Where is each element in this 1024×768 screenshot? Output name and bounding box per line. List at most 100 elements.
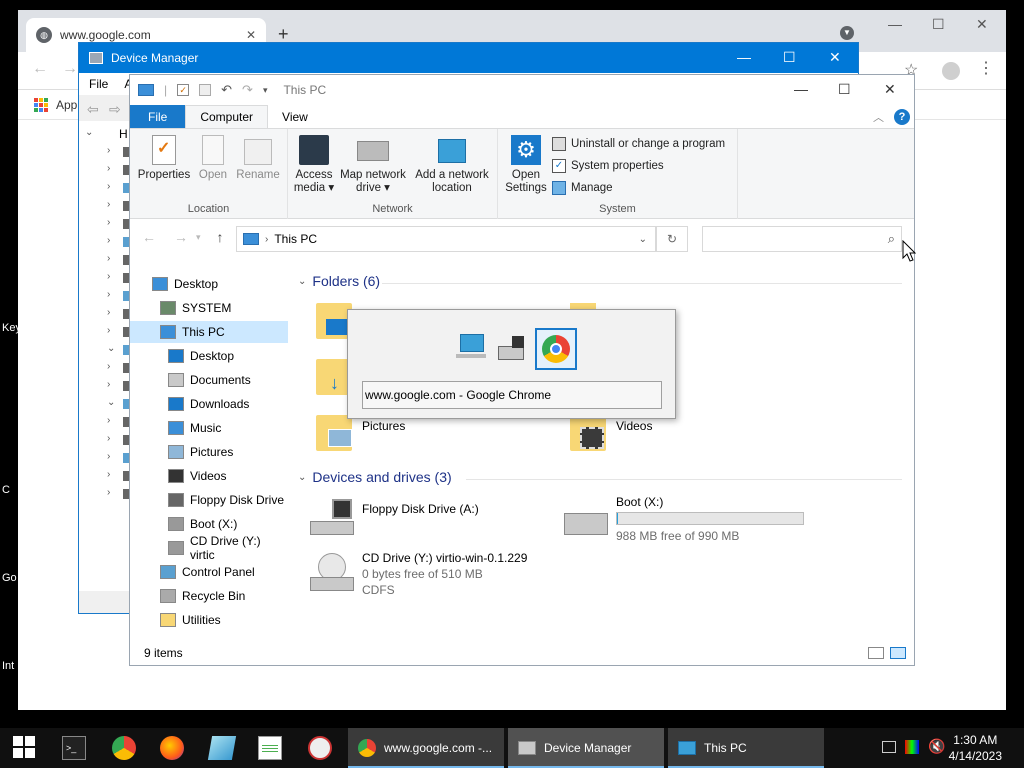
new-folder-icon[interactable]: [199, 84, 212, 96]
start-button[interactable]: [13, 736, 35, 758]
nav-item[interactable]: SYSTEM: [130, 297, 288, 319]
taskbar-device-manager[interactable]: Device Manager: [508, 728, 664, 768]
chrome-icon[interactable]: [112, 736, 136, 760]
recent-locations-icon[interactable]: ▾: [196, 232, 201, 245]
device-tree-row[interactable]: ›: [87, 217, 131, 231]
close-icon[interactable]: ✕: [246, 28, 256, 42]
apps-grid-icon[interactable]: [34, 98, 48, 112]
device-tree-row[interactable]: ⌄: [87, 343, 131, 357]
search-input[interactable]: ⌕: [702, 226, 902, 252]
tab-computer[interactable]: Computer: [185, 105, 269, 128]
nav-item[interactable]: Music: [130, 417, 288, 439]
device-tree-row[interactable]: ›: [87, 289, 131, 303]
nav-item[interactable]: Pictures: [130, 441, 288, 463]
properties-button[interactable]: ✓ Properties: [136, 135, 192, 182]
nav-item[interactable]: CD Drive (Y:) virtic: [130, 534, 288, 562]
alt-tab-selected[interactable]: [535, 328, 577, 370]
tab-file[interactable]: File: [130, 105, 186, 128]
taskbar-chrome[interactable]: www.google.com -...: [348, 728, 504, 768]
apps-label[interactable]: App: [56, 98, 77, 112]
pictures-folder-icon[interactable]: [316, 415, 352, 451]
cd-drive-label[interactable]: CD Drive (Y:) virtio-win-0.1.229: [362, 551, 527, 565]
nav-item[interactable]: Floppy Disk Drive: [130, 489, 288, 511]
profile-icon[interactable]: [942, 62, 960, 80]
help-icon[interactable]: ?: [894, 108, 910, 125]
floppy-drive-icon[interactable]: [310, 499, 354, 537]
close-icon[interactable]: ✕: [829, 49, 841, 66]
minimize-icon[interactable]: —: [888, 16, 902, 32]
nav-item[interactable]: Recycle Bin: [130, 585, 288, 607]
tab-view[interactable]: View: [268, 105, 322, 128]
devices-group-header[interactable]: ⌄ Devices and drives (3): [298, 469, 452, 485]
folders-group-header[interactable]: ⌄ Folders (6): [298, 273, 380, 289]
collapse-icon[interactable]: ⌄: [85, 127, 93, 138]
cd-drive-icon[interactable]: [310, 553, 354, 593]
device-manager-icon[interactable]: [498, 336, 526, 362]
notepad-icon[interactable]: [258, 736, 282, 760]
device-tree-row[interactable]: ›: [87, 181, 131, 195]
nav-item[interactable]: This PC: [130, 321, 288, 343]
folder-videos-label[interactable]: Videos: [616, 419, 652, 433]
chevron-down-icon[interactable]: ⌄: [639, 234, 647, 245]
address-bar[interactable]: › This PC ⌄: [236, 226, 656, 252]
undo-icon[interactable]: ↶: [221, 82, 232, 98]
access-media-button[interactable]: Access media ▾: [292, 135, 336, 195]
device-tree-row[interactable]: ›: [87, 271, 131, 285]
back-icon[interactable]: ←: [32, 60, 48, 78]
device-tree-row[interactable]: ›: [87, 253, 131, 267]
floppy-drive-label[interactable]: Floppy Disk Drive (A:): [362, 502, 479, 516]
device-tree-row[interactable]: ›: [87, 325, 131, 339]
nav-item[interactable]: Desktop: [130, 273, 288, 295]
device-tree-row[interactable]: ›: [87, 415, 131, 429]
terminal-icon[interactable]: >_: [62, 736, 86, 760]
nav-item[interactable]: Videos: [130, 465, 288, 487]
device-tree-row[interactable]: ›: [87, 145, 131, 159]
app-icon[interactable]: [207, 736, 237, 760]
redo-icon[interactable]: ↷: [242, 82, 253, 98]
nav-item[interactable]: Documents: [130, 369, 288, 391]
manage-button[interactable]: Manage: [552, 181, 613, 195]
volume-muted-icon[interactable]: 🔇: [928, 738, 945, 755]
clock[interactable]: 1:30 AM 4/14/2023: [949, 732, 1002, 764]
boot-drive-label[interactable]: Boot (X:): [616, 495, 663, 509]
device-tree-row[interactable]: ›: [87, 361, 131, 375]
map-network-drive-button[interactable]: Map network drive ▾: [338, 135, 408, 195]
videos-folder-icon[interactable]: [570, 415, 606, 451]
nav-item[interactable]: Boot (X:): [130, 513, 288, 535]
details-view-icon[interactable]: [868, 647, 884, 659]
device-tree-row[interactable]: ›: [87, 199, 131, 213]
device-tree-row[interactable]: ›: [87, 379, 131, 393]
chevron-down-icon[interactable]: ▼: [840, 26, 854, 40]
close-icon[interactable]: ✕: [884, 81, 896, 98]
taskbar-this-pc[interactable]: This PC: [668, 728, 824, 768]
maximize-icon[interactable]: ☐: [932, 16, 945, 33]
hard-drive-icon[interactable]: [564, 513, 608, 535]
device-tree-row[interactable]: ⌄: [87, 397, 131, 411]
nav-item[interactable]: Control Panel: [130, 561, 288, 583]
device-tree-row[interactable]: ›: [87, 307, 131, 321]
large-icons-view-icon[interactable]: [890, 647, 906, 659]
nav-item[interactable]: Desktop: [130, 345, 288, 367]
network-icon[interactable]: [882, 741, 896, 753]
paint-icon[interactable]: [308, 736, 332, 760]
chevron-down-icon[interactable]: ▾: [263, 85, 268, 96]
this-pc-icon[interactable]: [456, 334, 486, 362]
nav-item[interactable]: Utilities: [130, 609, 288, 631]
back-icon[interactable]: ←: [142, 229, 156, 245]
folder-pictures-label[interactable]: Pictures: [362, 419, 405, 433]
device-tree-row[interactable]: ›: [87, 433, 131, 447]
system-properties-button[interactable]: ✓ System properties: [552, 159, 664, 173]
minimize-icon[interactable]: —: [794, 81, 808, 97]
add-network-location-button[interactable]: Add a network location: [412, 135, 492, 195]
up-icon[interactable]: ↑: [217, 229, 224, 245]
forward-icon[interactable]: →: [62, 60, 78, 78]
nav-item[interactable]: Downloads: [130, 393, 288, 415]
close-icon[interactable]: ✕: [976, 16, 988, 33]
menu-icon[interactable]: ⋮: [978, 58, 994, 78]
uninstall-program-button[interactable]: Uninstall or change a program: [552, 137, 725, 151]
device-tree-row[interactable]: ›: [87, 235, 131, 249]
forward-icon[interactable]: →: [174, 229, 188, 245]
firefox-icon[interactable]: [160, 736, 184, 760]
forward-icon[interactable]: ⇨: [109, 101, 121, 118]
device-tree-row[interactable]: ›: [87, 163, 131, 177]
